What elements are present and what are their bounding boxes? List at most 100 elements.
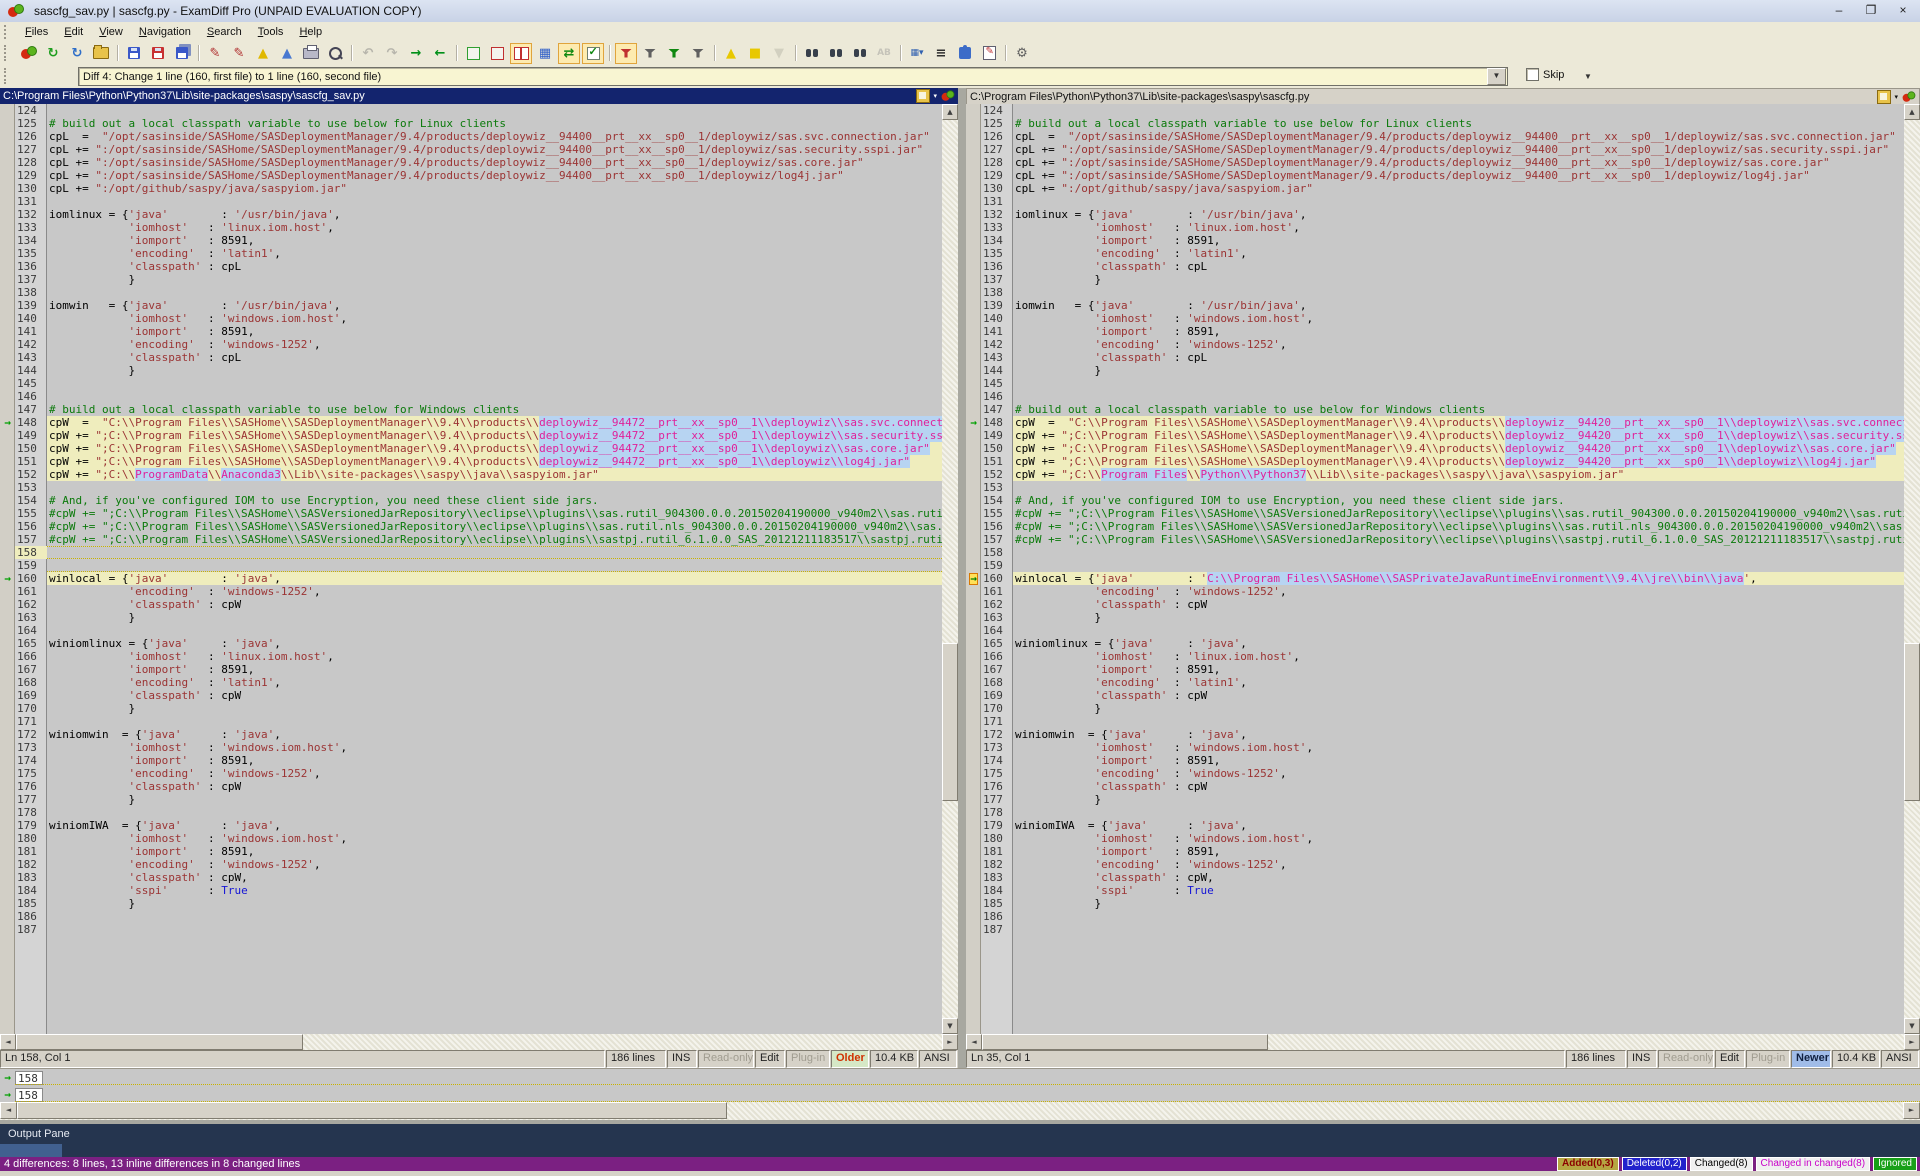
code-line[interactable]: 152cpW += ";C:\\ProgramData\\Anaconda3\\… <box>0 468 942 481</box>
code-line[interactable]: 141 'iomport' : 8591, <box>0 325 942 338</box>
code-line[interactable]: 125# build out a local classpath variabl… <box>966 117 1904 130</box>
code-line[interactable]: 151cpW += ";C:\\Program Files\\SASHome\\… <box>966 455 1904 468</box>
scrollbar-thumb[interactable] <box>16 1034 303 1050</box>
menu-files[interactable]: Files <box>17 24 56 40</box>
code-line[interactable]: 179winiomIWA = {'java' : 'java', <box>966 819 1904 832</box>
code-line[interactable]: 125# build out a local classpath variabl… <box>0 117 942 130</box>
code-line[interactable]: 161 'encoding' : 'windows-1252', <box>966 585 1904 598</box>
code-line[interactable]: 159 <box>0 559 942 572</box>
filter-accept-icon[interactable] <box>663 43 685 64</box>
code-line[interactable]: 165winiomlinux = {'java' : 'java', <box>0 637 942 650</box>
pane-menu-dropdown-icon[interactable]: ▾ <box>1894 93 1898 101</box>
code-line[interactable]: 157#cpW += ";C:\\Program Files\\SASHome\… <box>0 533 942 546</box>
code-line[interactable]: 141 'iomport' : 8591, <box>966 325 1904 338</box>
code-line[interactable]: 147# build out a local classpath variabl… <box>966 403 1904 416</box>
scrollbar-thumb[interactable] <box>1904 643 1920 801</box>
code-line[interactable]: 171 <box>0 715 942 728</box>
code-line[interactable]: 143 'classpath' : cpL <box>966 351 1904 364</box>
scroll-left-icon[interactable]: ◄ <box>0 1102 17 1119</box>
output-pane-tab[interactable] <box>0 1144 62 1157</box>
code-line[interactable]: 174 'iomport' : 8591, <box>0 754 942 767</box>
code-line[interactable]: 164 <box>966 624 1904 637</box>
code-line[interactable]: 183 'classpath' : cpW, <box>966 871 1904 884</box>
scroll-up-icon[interactable]: ▲ <box>1904 104 1920 120</box>
code-line[interactable]: 186 <box>966 910 1904 923</box>
code-line[interactable]: 187 <box>0 923 942 936</box>
sync-scrolling-icon[interactable]: ⇄ <box>558 43 580 64</box>
menu-navigation[interactable]: Navigation <box>131 24 199 40</box>
code-line[interactable]: 174 'iomport' : 8591, <box>966 754 1904 767</box>
code-line[interactable]: →148cpW = "C:\\Program Files\\SASHome\\S… <box>0 416 942 429</box>
copy-path-icon[interactable] <box>1877 90 1891 104</box>
code-line[interactable]: 180 'iomhost' : 'windows.iom.host', <box>0 832 942 845</box>
code-line[interactable]: 150cpW += ";C:\\Program Files\\SASHome\\… <box>0 442 942 455</box>
last-difference-icon[interactable]: ▼ <box>768 43 790 64</box>
code-line[interactable]: 150cpW += ";C:\\Program Files\\SASHome\\… <box>966 442 1904 455</box>
code-line[interactable]: 163 } <box>966 611 1904 624</box>
edit-second-file-icon[interactable]: ✎ <box>228 43 250 64</box>
minimize-button[interactable]: – <box>1828 2 1850 18</box>
code-line[interactable]: 175 'encoding' : 'windows-1252', <box>966 767 1904 780</box>
code-line[interactable]: 124 <box>966 104 1904 117</box>
maximize-button[interactable]: ❐ <box>1860 2 1882 18</box>
code-line[interactable]: →160winlocal = {'java' : 'java', <box>0 572 942 585</box>
print-preview-icon[interactable] <box>324 43 346 64</box>
menu-search[interactable]: Search <box>199 24 250 40</box>
toolbar-overflow-icon[interactable]: ▼ <box>1584 72 1592 81</box>
code-line[interactable]: 128cpL += ":/opt/sasinside/SASHome/SASDe… <box>0 156 942 169</box>
menu-view[interactable]: View <box>91 24 131 40</box>
vertical-scrollbar[interactable]: ▲▼ <box>1904 104 1920 1034</box>
code-line[interactable]: 136 'classpath' : cpL <box>966 260 1904 273</box>
code-line[interactable]: 138 <box>966 286 1904 299</box>
diffbar-grip[interactable] <box>4 68 11 85</box>
current-diff-combo[interactable]: Diff 4: Change 1 line (160, first file) … <box>78 67 1508 86</box>
word-wrap-icon[interactable]: ≡ <box>930 43 952 64</box>
code-line[interactable]: 146 <box>0 390 942 403</box>
code-line[interactable]: →148cpW = "C:\\Program Files\\SASHome\\S… <box>966 416 1904 429</box>
code-line[interactable]: 163 } <box>0 611 942 624</box>
print-icon[interactable] <box>300 43 322 64</box>
compare-options-icon[interactable] <box>978 43 1000 64</box>
code-line[interactable]: 151cpW += ";C:\\Program Files\\SASHome\\… <box>0 455 942 468</box>
horizontal-scrollbar[interactable]: ◄► <box>0 1034 958 1050</box>
code-line[interactable]: 154# And, if you've configured IOM to us… <box>0 494 942 507</box>
code-line[interactable]: 178 <box>0 806 942 819</box>
undo-icon[interactable]: ↶ <box>357 43 379 64</box>
code-line[interactable]: 158 <box>966 546 1904 559</box>
code-line[interactable]: 156#cpW += ";C:\\Program Files\\SASHome\… <box>966 520 1904 533</box>
code-line[interactable]: 137 } <box>0 273 942 286</box>
code-line[interactable]: 140 'iomhost' : 'windows.iom.host', <box>966 312 1904 325</box>
code-line[interactable]: 138 <box>0 286 942 299</box>
code-line[interactable]: 139iomwin = {'java' : '/usr/bin/java', <box>966 299 1904 312</box>
code-line[interactable]: 127cpL += ":/opt/sasinside/SASHome/SASDe… <box>966 143 1904 156</box>
scrollbar-thumb[interactable] <box>982 1034 1268 1050</box>
code-line[interactable]: 145 <box>0 377 942 390</box>
mini-diff-row[interactable]: →158 <box>0 1086 1920 1103</box>
code-line[interactable]: 124 <box>0 104 942 117</box>
code-line[interactable]: 169 'classpath' : cpW <box>966 689 1904 702</box>
code-line[interactable]: 184 'sspi' : True <box>966 884 1904 897</box>
grid-view-icon[interactable]: ▦ <box>534 43 556 64</box>
code-line[interactable]: 182 'encoding' : 'windows-1252', <box>0 858 942 871</box>
code-line[interactable]: 133 'iomhost' : 'linux.iom.host', <box>0 221 942 234</box>
scroll-left-icon[interactable]: ◄ <box>0 1034 16 1050</box>
mini-diff-row[interactable]: →158 <box>0 1069 1920 1086</box>
code-line[interactable]: 145 <box>966 377 1904 390</box>
code-view[interactable]: 124125# build out a local classpath vari… <box>966 104 1920 1034</box>
show-identical-icon[interactable] <box>462 43 484 64</box>
close-button[interactable]: × <box>1892 2 1914 18</box>
menu-help[interactable]: Help <box>291 24 330 40</box>
code-line[interactable]: 179winiomIWA = {'java' : 'java', <box>0 819 942 832</box>
code-line[interactable]: 155#cpW += ";C:\\Program Files\\SASHome\… <box>966 507 1904 520</box>
first-difference-icon[interactable]: ▲ <box>720 43 742 64</box>
code-line[interactable]: 152cpW += ";C:\\Program Files\\Python\\P… <box>966 468 1904 481</box>
find-next-icon[interactable] <box>849 43 871 64</box>
next-difference-icon[interactable]: → <box>405 43 427 64</box>
toolbar-grip[interactable] <box>4 45 11 60</box>
code-line[interactable]: 132iomlinux = {'java' : '/usr/bin/java', <box>966 208 1904 221</box>
replace-icon[interactable]: AB <box>873 43 895 64</box>
line-checkboxes-icon[interactable] <box>582 43 604 64</box>
code-line[interactable]: 129cpL += ":/opt/sasinside/SASHome/SASDe… <box>966 169 1904 182</box>
refresh-files-icon[interactable]: ↻ <box>66 43 88 64</box>
code-line[interactable]: 170 } <box>0 702 942 715</box>
